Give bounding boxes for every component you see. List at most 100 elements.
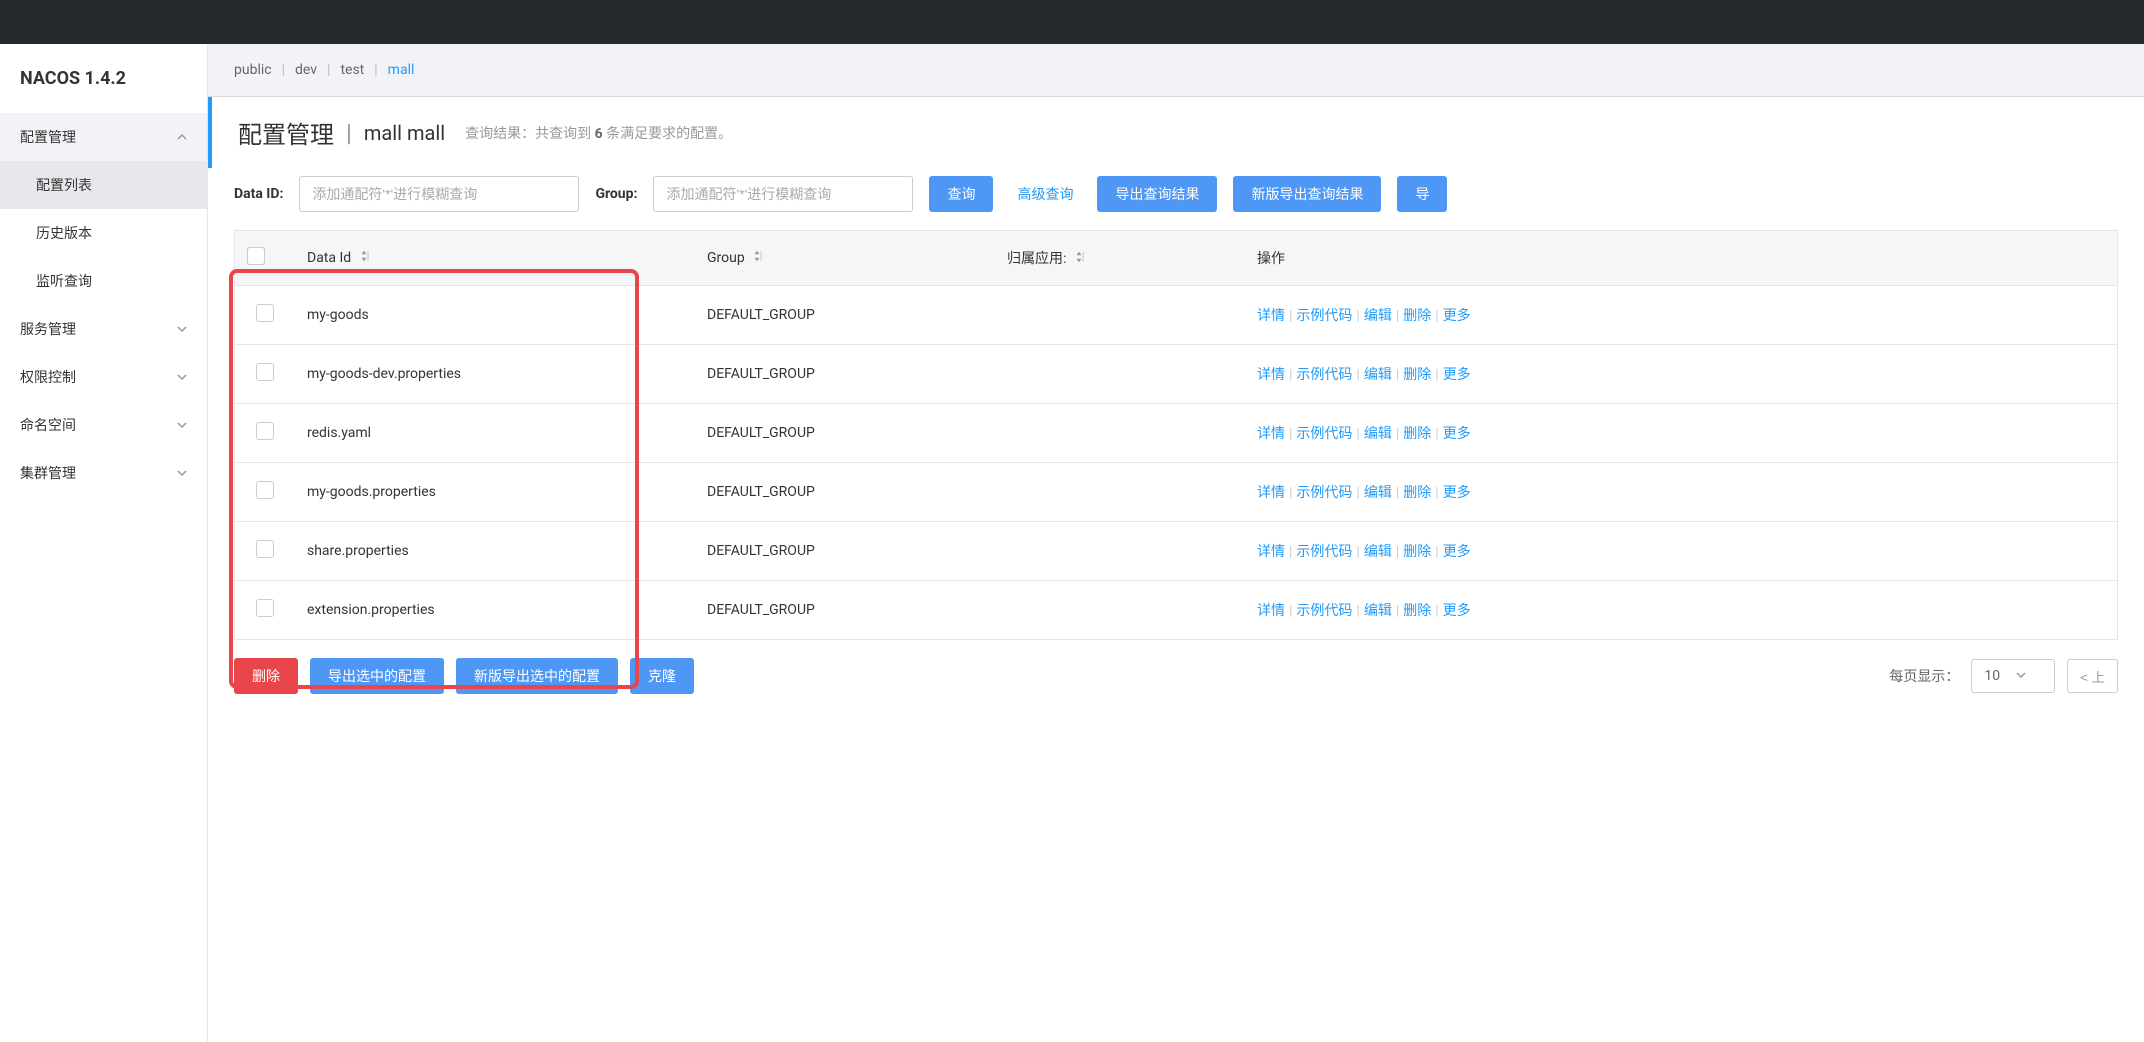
table-wrap: Data Id Group 归属应用: 操作 xyxy=(234,230,2118,640)
footer-right: 每页显示： 10 < 上 xyxy=(1889,659,2118,693)
menu-sub-listener[interactable]: 监听查询 xyxy=(0,257,207,305)
delete-button[interactable]: 删除 xyxy=(234,658,298,694)
header-group[interactable]: Group xyxy=(695,231,995,286)
chevron-down-icon xyxy=(177,468,187,478)
action-delete[interactable]: 删除 xyxy=(1403,485,1431,501)
header-action: 操作 xyxy=(1245,231,2117,286)
action-more[interactable]: 更多 xyxy=(1443,544,1471,560)
export-selected-new-button[interactable]: 新版导出选中的配置 xyxy=(456,658,618,694)
row-checkbox[interactable] xyxy=(256,599,274,617)
action-example[interactable]: 示例代码 xyxy=(1296,308,1352,324)
action-more[interactable]: 更多 xyxy=(1443,367,1471,383)
action-detail[interactable]: 详情 xyxy=(1257,544,1285,560)
namespace-tab-mall[interactable]: mall xyxy=(388,62,415,78)
action-edit[interactable]: 编辑 xyxy=(1364,485,1392,501)
namespace-name: mall mall xyxy=(364,121,445,145)
row-checkbox[interactable] xyxy=(256,304,274,322)
action-edit[interactable]: 编辑 xyxy=(1364,603,1392,619)
chevron-down-icon xyxy=(177,420,187,430)
menu-title-label: 集群管理 xyxy=(20,463,76,483)
action-edit[interactable]: 编辑 xyxy=(1364,426,1392,442)
chevron-down-icon xyxy=(177,372,187,382)
advanced-query-button[interactable]: 高级查询 xyxy=(1009,176,1081,212)
prev-page-button[interactable]: < 上 xyxy=(2067,659,2118,693)
cell-actions: 详情|示例代码|编辑|删除|更多 xyxy=(1245,345,2117,404)
menu-title-namespace[interactable]: 命名空间 xyxy=(0,401,207,449)
action-delete[interactable]: 删除 xyxy=(1403,544,1431,560)
import-button[interactable]: 导 xyxy=(1397,176,1447,212)
action-detail[interactable]: 详情 xyxy=(1257,426,1285,442)
group-label: Group: xyxy=(595,186,637,202)
query-button[interactable]: 查询 xyxy=(929,176,993,212)
row-checkbox[interactable] xyxy=(256,540,274,558)
table-row: extension.propertiesDEFAULT_GROUP详情|示例代码… xyxy=(235,581,2117,640)
action-edit[interactable]: 编辑 xyxy=(1364,367,1392,383)
menu-group-config: 配置管理 配置列表 历史版本 监听查询 xyxy=(0,113,207,305)
cell-group: DEFAULT_GROUP xyxy=(695,463,995,522)
action-example[interactable]: 示例代码 xyxy=(1296,603,1352,619)
chevron-down-icon xyxy=(2016,668,2026,684)
action-delete[interactable]: 删除 xyxy=(1403,426,1431,442)
clone-button[interactable]: 克隆 xyxy=(630,658,694,694)
chevron-up-icon xyxy=(177,132,187,142)
sort-icon xyxy=(754,250,764,266)
action-detail[interactable]: 详情 xyxy=(1257,367,1285,383)
action-detail[interactable]: 详情 xyxy=(1257,485,1285,501)
action-more[interactable]: 更多 xyxy=(1443,603,1471,619)
menu-sub-history[interactable]: 历史版本 xyxy=(0,209,207,257)
action-example[interactable]: 示例代码 xyxy=(1296,367,1352,383)
table-row: my-goods.propertiesDEFAULT_GROUP详情|示例代码|… xyxy=(235,463,2117,522)
action-delete[interactable]: 删除 xyxy=(1403,603,1431,619)
group-input[interactable] xyxy=(653,176,913,212)
table-header-row: Data Id Group 归属应用: 操作 xyxy=(235,231,2117,286)
action-edit[interactable]: 编辑 xyxy=(1364,308,1392,324)
header-dataid[interactable]: Data Id xyxy=(295,231,695,286)
menu-title-permission[interactable]: 权限控制 xyxy=(0,353,207,401)
menu-title-cluster[interactable]: 集群管理 xyxy=(0,449,207,497)
export-results-button[interactable]: 导出查询结果 xyxy=(1097,176,1217,212)
action-more[interactable]: 更多 xyxy=(1443,426,1471,442)
main-content: public | dev | test | mall 配置管理 | mall m… xyxy=(208,44,2144,1042)
menu-title-config[interactable]: 配置管理 xyxy=(0,113,207,161)
action-edit[interactable]: 编辑 xyxy=(1364,544,1392,560)
header-checkbox-col xyxy=(235,231,295,286)
menu-title-service[interactable]: 服务管理 xyxy=(0,305,207,353)
footer-bar: 删除 导出选中的配置 新版导出选中的配置 克隆 每页显示： 10 < 上 xyxy=(208,640,2144,712)
menu-sub-config-list[interactable]: 配置列表 xyxy=(0,161,207,209)
layout: NACOS 1.4.2 配置管理 配置列表 历史版本 监听查询 服务管理 权限控… xyxy=(0,44,2144,1042)
namespace-tab-public[interactable]: public xyxy=(234,62,272,78)
action-detail[interactable]: 详情 xyxy=(1257,308,1285,324)
action-example[interactable]: 示例代码 xyxy=(1296,426,1352,442)
table-row: my-goods-dev.propertiesDEFAULT_GROUP详情|示… xyxy=(235,345,2117,404)
separator: | xyxy=(327,62,330,78)
separator: | xyxy=(346,119,352,147)
row-checkbox[interactable] xyxy=(256,481,274,499)
cell-dataid: my-goods.properties xyxy=(295,463,695,522)
export-selected-button[interactable]: 导出选中的配置 xyxy=(310,658,444,694)
cell-app xyxy=(995,522,1245,581)
cell-group: DEFAULT_GROUP xyxy=(695,404,995,463)
action-delete[interactable]: 删除 xyxy=(1403,308,1431,324)
action-detail[interactable]: 详情 xyxy=(1257,603,1285,619)
select-all-checkbox[interactable] xyxy=(247,247,265,265)
menu-title-label: 权限控制 xyxy=(20,367,76,387)
dataid-input[interactable] xyxy=(299,176,579,212)
action-more[interactable]: 更多 xyxy=(1443,308,1471,324)
cell-group: DEFAULT_GROUP xyxy=(695,286,995,345)
action-more[interactable]: 更多 xyxy=(1443,485,1471,501)
action-delete[interactable]: 删除 xyxy=(1403,367,1431,383)
action-example[interactable]: 示例代码 xyxy=(1296,544,1352,560)
separator: | xyxy=(374,62,377,78)
namespace-tab-test[interactable]: test xyxy=(340,62,364,78)
action-example[interactable]: 示例代码 xyxy=(1296,485,1352,501)
export-results-new-button[interactable]: 新版导出查询结果 xyxy=(1233,176,1381,212)
page-size-label: 每页显示： xyxy=(1889,666,1959,686)
row-checkbox[interactable] xyxy=(256,363,274,381)
namespace-tab-dev[interactable]: dev xyxy=(295,62,317,78)
cell-actions: 详情|示例代码|编辑|删除|更多 xyxy=(1245,404,2117,463)
header-app[interactable]: 归属应用: xyxy=(995,231,1245,286)
cell-dataid: extension.properties xyxy=(295,581,695,640)
page-size-select[interactable]: 10 xyxy=(1971,659,2055,693)
footer-left: 删除 导出选中的配置 新版导出选中的配置 克隆 xyxy=(234,658,694,694)
row-checkbox[interactable] xyxy=(256,422,274,440)
